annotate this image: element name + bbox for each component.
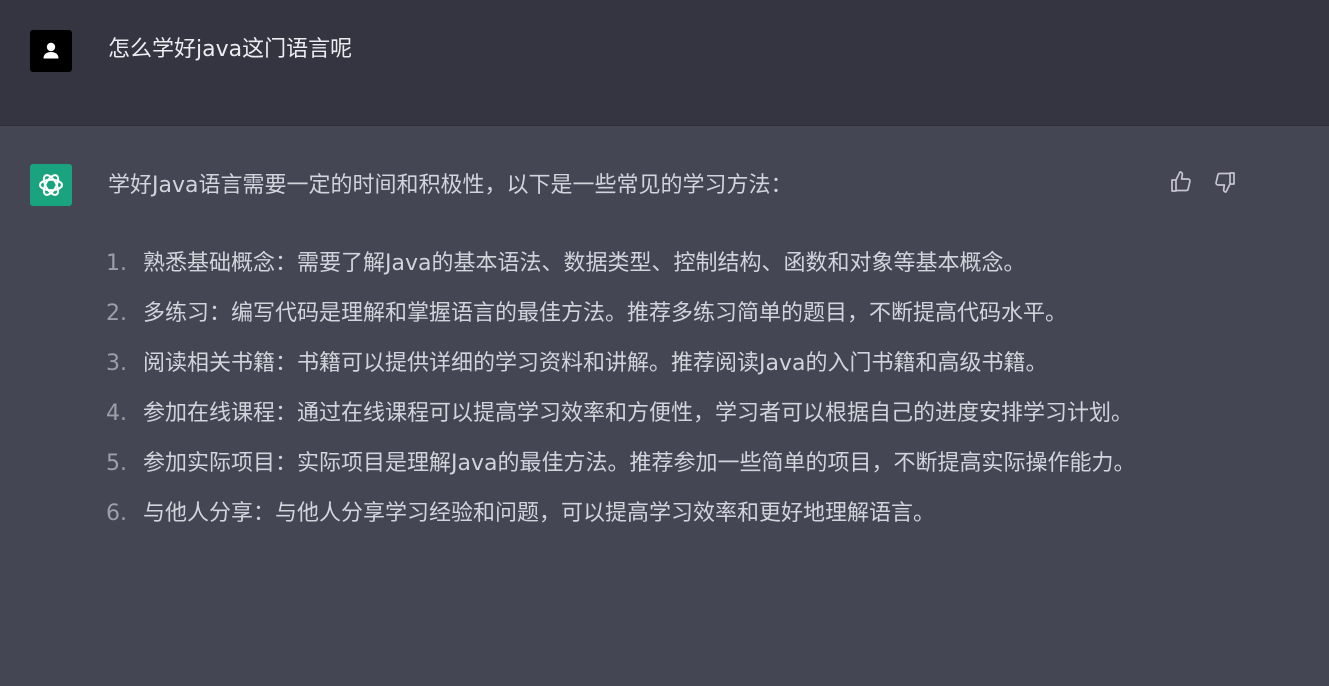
list-item: 5. 参加实际项目：实际项目是理解Java的最佳方法。推荐参加一些简单的项目，不… <box>0 442 1148 486</box>
thumbs-up-icon <box>1171 171 1191 192</box>
list-item-number: 3. <box>106 351 127 376</box>
list-item-text: 参加实际项目：实际项目是理解Java的最佳方法。推荐参加一些简单的项目，不断提高… <box>143 451 1136 476</box>
list-item: 4. 参加在线课程：通过在线课程可以提高学习效率和方便性，学习者可以根据自己的进… <box>0 392 1148 436</box>
list-item-text: 与他人分享：与他人分享学习经验和问题，可以提高学习效率和更好地理解语言。 <box>143 501 936 526</box>
list-item: 3. 阅读相关书籍：书籍可以提供详细的学习资料和讲解。推荐阅读Java的入门书籍… <box>0 342 1148 386</box>
user-silhouette-icon <box>43 42 59 59</box>
list-item-text: 参加在线课程：通过在线课程可以提高学习效率和方便性，学习者可以根据自己的进度安排… <box>143 401 1134 426</box>
list-item-text: 多练习：编写代码是理解和掌握语言的最佳方法。推荐多练习简单的题目，不断提高代码水… <box>143 301 1068 326</box>
feedback-buttons <box>1168 167 1238 197</box>
list-item: 1. 熟悉基础概念：需要了解Java的基本语法、数据类型、控制结构、函数和对象等… <box>0 242 1148 286</box>
user-avatar <box>30 30 72 72</box>
learning-tips-list: 1. 熟悉基础概念：需要了解Java的基本语法、数据类型、控制结构、函数和对象等… <box>0 242 1148 542</box>
list-item-number: 6. <box>106 501 127 526</box>
list-item-number: 2. <box>106 301 127 326</box>
list-item-text: 熟悉基础概念：需要了解Java的基本语法、数据类型、控制结构、函数和对象等基本概… <box>143 251 1026 276</box>
user-message-text: 怎么学好java这门语言呢 <box>108 37 353 62</box>
thumbs-down-icon <box>1215 172 1235 193</box>
thumbs-up-button[interactable] <box>1168 167 1194 197</box>
list-item-number: 4. <box>106 401 127 426</box>
assistant-message-row: 学好Java语言需要一定的时间和积极性，以下是一些常见的学习方法： 1. 熟悉基… <box>0 126 1329 686</box>
list-item: 2. 多练习：编写代码是理解和掌握语言的最佳方法。推荐多练习简单的题目，不断提高… <box>0 292 1148 336</box>
list-item-number: 5. <box>106 451 127 476</box>
assistant-avatar <box>30 164 72 206</box>
thumbs-down-button[interactable] <box>1212 167 1238 197</box>
list-item: 6. 与他人分享：与他人分享学习经验和问题，可以提高学习效率和更好地理解语言。 <box>0 492 1148 536</box>
user-message-row: 怎么学好java这门语言呢 <box>0 0 1329 126</box>
assistant-intro-text: 学好Java语言需要一定的时间和积极性，以下是一些常见的学习方法： <box>108 173 793 198</box>
list-item-number: 1. <box>106 251 127 276</box>
list-item-text: 阅读相关书籍：书籍可以提供详细的学习资料和讲解。推荐阅读Java的入门书籍和高级… <box>143 351 1048 376</box>
openai-logo-icon <box>39 174 63 196</box>
